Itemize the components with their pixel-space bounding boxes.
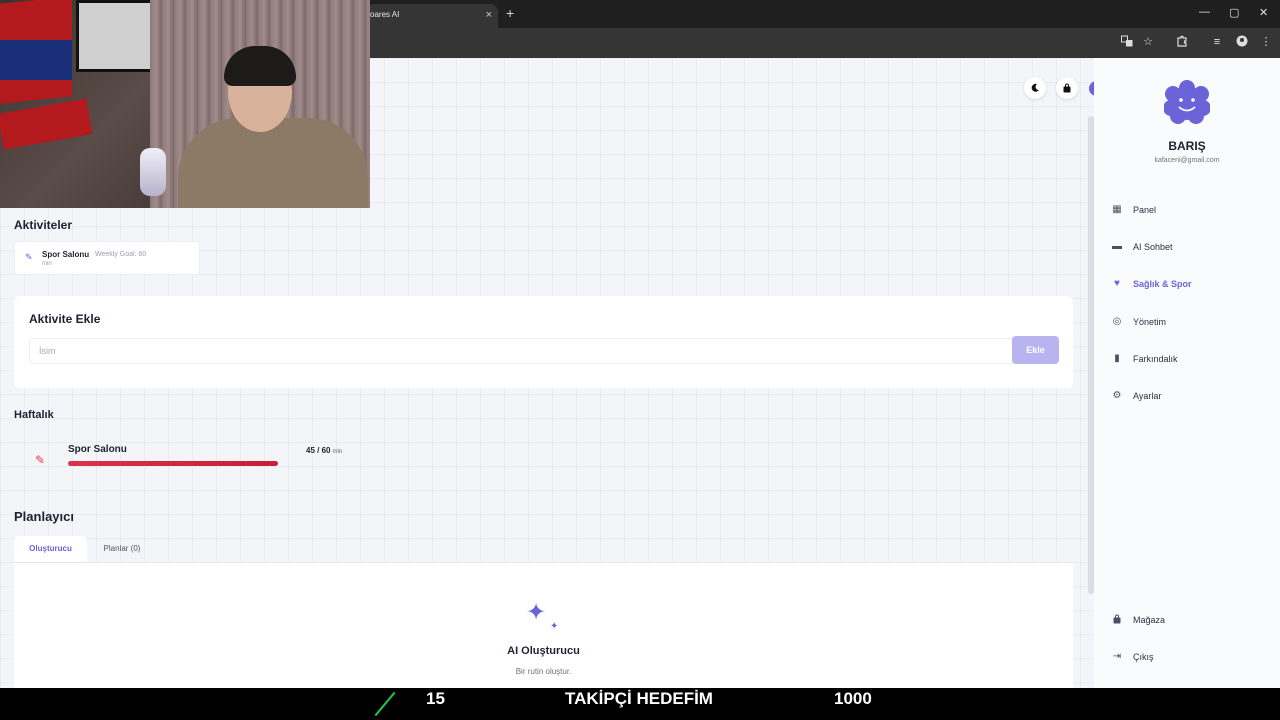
maximize-button[interactable]: ▢ <box>1229 6 1239 19</box>
sidebar-item-label: Sağlık & Spor <box>1133 279 1192 289</box>
sidebar-item-label: Mağaza <box>1133 615 1166 625</box>
avatar[interactable] <box>1164 80 1210 124</box>
sidebar: BARIŞ kafaceni@gmail.com ▦ Panel ▬ AI So… <box>1094 58 1280 688</box>
browser-tab[interactable]: oares AI × <box>366 4 498 28</box>
tab-creator[interactable]: Oluşturucu <box>14 536 87 562</box>
planner-panel: ✦ ✦ AI Oluşturucu Bir rutin oluştur. <box>14 562 1073 688</box>
bag-icon[interactable] <box>1056 77 1078 99</box>
progress-slash <box>374 691 396 717</box>
sparkle-small-icon: ✦ <box>550 621 559 632</box>
sidebar-item-ai-chat[interactable]: ▬ AI Sohbet <box>1110 238 1270 258</box>
user-name: BARIŞ <box>1168 139 1206 153</box>
logout-icon: ⇥ <box>1112 651 1122 662</box>
chat-icon: ▬ <box>1112 241 1122 252</box>
sidebar-item-label: Ayarlar <box>1133 391 1162 401</box>
tab-title: oares AI <box>370 10 400 19</box>
weekly-item-name: Spor Salonu <box>68 444 127 455</box>
wall-poster <box>76 0 158 72</box>
sidebar-item-settings[interactable]: ⚙ Ayarlar <box>1110 387 1270 407</box>
activity-name-input[interactable] <box>29 338 1016 364</box>
sidebar-item-awareness[interactable]: ▮ Farkındalık <box>1110 350 1270 370</box>
activity-name: Spor Salonu <box>42 250 90 259</box>
pen-icon: ✎ <box>35 453 46 467</box>
moon-icon[interactable] <box>1024 77 1046 99</box>
target-icon: ◎ <box>1112 316 1122 327</box>
close-window-button[interactable]: ✕ <box>1259 6 1268 19</box>
activity-goal: Weekly Goal: 60 <box>95 251 147 258</box>
sidebar-item-label: Farkındalık <box>1133 354 1178 364</box>
tab-plans[interactable]: Planlar (0) <box>92 536 152 562</box>
sidebar-item-label: Panel <box>1133 205 1157 215</box>
user-email: kafaceni@gmail.com <box>1154 157 1220 164</box>
ai-creator-title: AI Oluşturucu <box>507 645 580 657</box>
sidebar-item-management[interactable]: ◎ Yönetim <box>1110 313 1270 333</box>
sidebar-item-logout[interactable]: ⇥ Çıkış <box>1110 648 1270 668</box>
stream-follower-bar: 15 TAKİPÇİ HEDEFİM 1000 <box>0 688 1280 720</box>
shopping-bag-icon <box>1110 614 1124 627</box>
sidebar-item-health[interactable]: ♥ Sağlık & Spor <box>1110 275 1270 295</box>
add-activity-title: Aktivite Ekle <box>29 312 101 326</box>
planner-heading: Planlayıcı <box>14 509 74 524</box>
weekly-count-value: 45 / 60 <box>306 446 331 455</box>
sidebar-item-store[interactable]: Mağaza <box>1110 611 1270 631</box>
star-icon[interactable]: ☆ <box>1141 35 1155 49</box>
translate-icon[interactable] <box>1120 35 1134 49</box>
heart-icon: ♥ <box>1114 278 1120 289</box>
weekly-heading: Haftalık <box>14 409 54 421</box>
weekly-item: ✎ Spor Salonu 45 / 60 min <box>14 431 359 489</box>
activity-goal-unit: min <box>42 261 52 267</box>
microphone <box>140 148 166 196</box>
wall-banner <box>0 98 93 150</box>
weekly-count-unit: min <box>332 449 343 455</box>
tab-close-icon[interactable]: × <box>486 9 492 21</box>
add-activity-button[interactable]: Ekle <box>1012 336 1059 364</box>
webcam-overlay <box>0 0 370 208</box>
gear-icon: ⚙ <box>1112 390 1122 401</box>
follower-goal-value: 1000 <box>834 689 872 708</box>
ai-creator-subtitle: Bir rutin oluştur. <box>515 667 572 676</box>
activities-heading: Aktiviteler <box>14 218 73 232</box>
follower-count: 15 <box>426 689 445 708</box>
streamer-body <box>178 118 368 208</box>
activity-card[interactable]: ✎ Spor Salonu Weekly Goal: 60 min <box>14 241 200 275</box>
weekly-progress-bar <box>68 461 348 466</box>
weekly-item-count: 45 / 60 min <box>306 446 342 455</box>
extensions-icon[interactable] <box>1175 35 1189 49</box>
add-activity-card: Aktivite Ekle Ekle <box>14 296 1073 388</box>
profile-icon[interactable] <box>1235 35 1249 49</box>
wall-banner <box>0 40 72 80</box>
sidebar-item-label: Yönetim <box>1133 317 1167 327</box>
sidebar-item-label: AI Sohbet <box>1133 242 1173 252</box>
new-tab-button[interactable]: + <box>506 5 514 21</box>
menu-icon[interactable]: ⋮ <box>1259 35 1273 49</box>
follower-goal-label: TAKİPÇİ HEDEFİM <box>565 689 713 708</box>
sidebar-item-label: Çıkış <box>1133 652 1154 662</box>
media-icon[interactable]: ≡ <box>1210 35 1224 49</box>
minimize-button[interactable]: — <box>1199 6 1210 18</box>
document-icon: ▮ <box>1114 353 1120 364</box>
weekly-progress-fill <box>68 461 278 466</box>
pen-icon: ✎ <box>25 252 33 262</box>
sparkle-icon: ✦ <box>526 599 547 626</box>
grid-icon: ▦ <box>1112 204 1122 215</box>
sidebar-item-panel[interactable]: ▦ Panel <box>1110 201 1270 221</box>
